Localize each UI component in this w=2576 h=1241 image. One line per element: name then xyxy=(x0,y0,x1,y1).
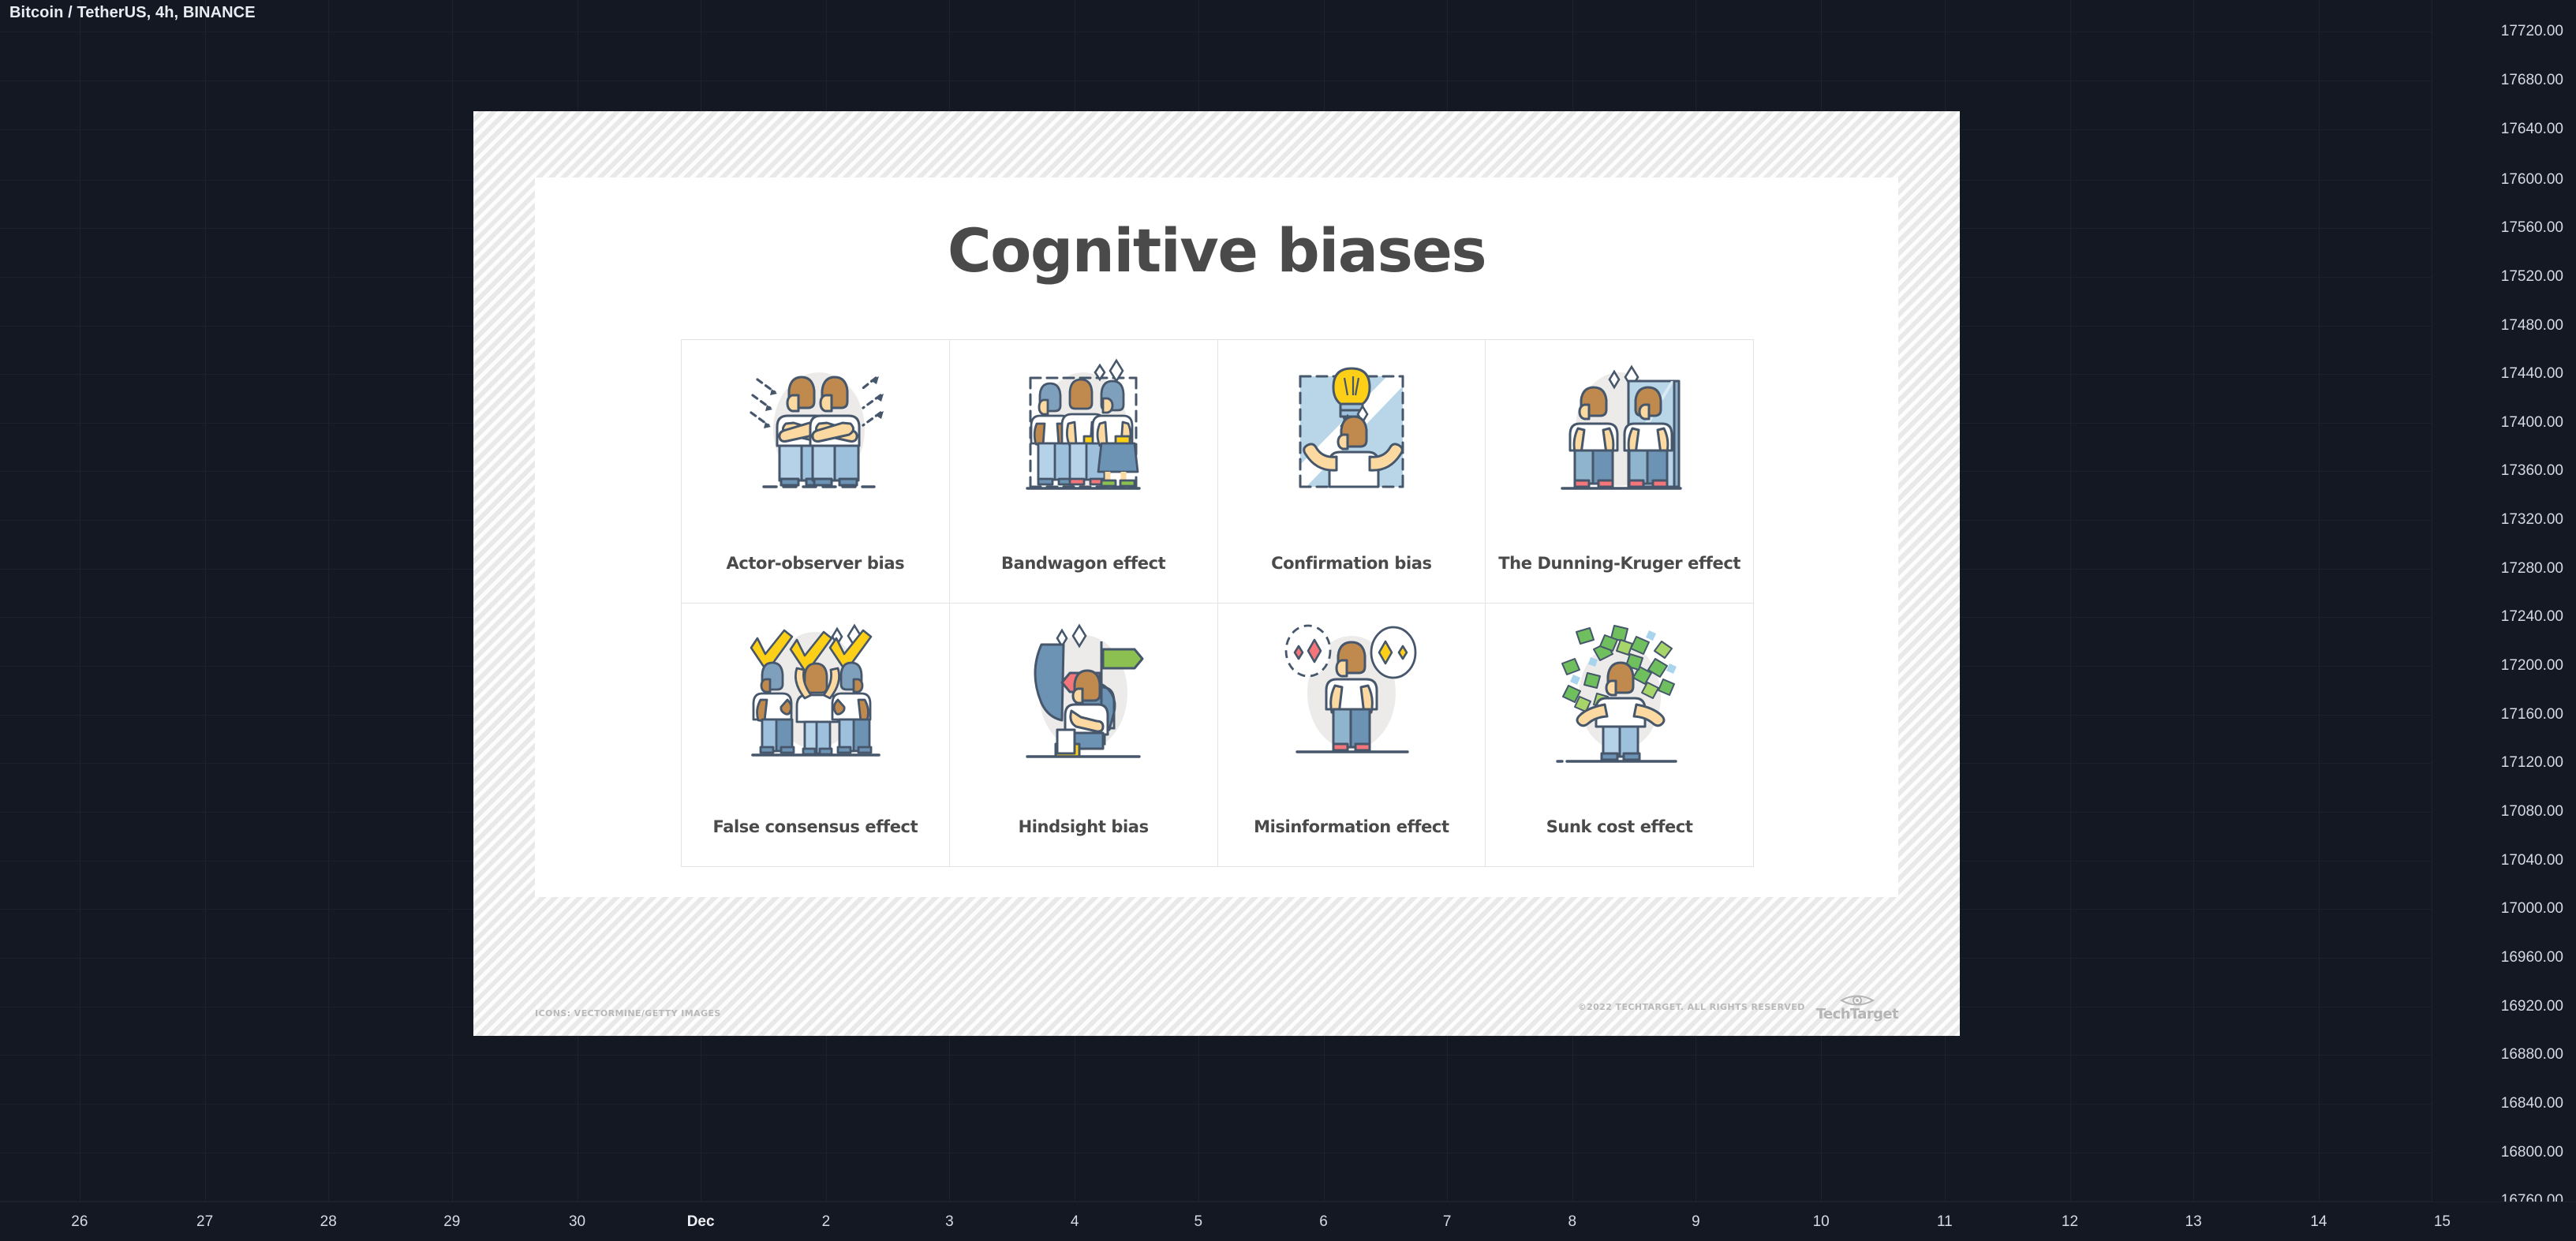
time-tick-label: 29 xyxy=(443,1213,461,1230)
time-tick-label: 9 xyxy=(1692,1213,1700,1230)
time-tick-label: 3 xyxy=(945,1213,954,1230)
time-tick-label: 27 xyxy=(196,1213,214,1230)
bandwagon-icon xyxy=(1026,358,1141,490)
price-tick-label: 17120.00 xyxy=(2500,754,2563,772)
horizontal-gridline xyxy=(0,1104,2576,1105)
bias-cell-dunning-kruger[interactable]: The Dunning-Kruger effect xyxy=(1486,340,1753,603)
bias-label: Hindsight bias xyxy=(1018,817,1149,836)
bias-label: Actor-observer bias xyxy=(726,553,905,573)
vertical-gridline xyxy=(2318,0,2320,1241)
bias-label: Confirmation bias xyxy=(1271,553,1432,573)
price-tick-label: 17560.00 xyxy=(2500,219,2563,237)
price-tick-label: 17280.00 xyxy=(2500,559,2563,577)
poster-panel: Cognitive biases Actor-observer bias Ban… xyxy=(535,178,1898,897)
time-tick-label: 26 xyxy=(71,1213,88,1230)
price-tick-label: 16960.00 xyxy=(2500,949,2563,966)
price-tick-label: 17680.00 xyxy=(2500,72,2563,89)
price-tick-label: 16880.00 xyxy=(2500,1046,2563,1063)
bias-cell-hindsight[interactable]: Hindsight bias xyxy=(949,604,1217,866)
vertical-gridline xyxy=(204,0,206,1241)
time-tick-label: 4 xyxy=(1070,1213,1079,1230)
bias-label: Misinformation effect xyxy=(1254,817,1449,836)
confirmation-icon xyxy=(1299,367,1404,488)
price-tick-label: 17480.00 xyxy=(2500,316,2563,334)
price-tick-label: 17640.00 xyxy=(2500,120,2563,137)
time-tick-label: 5 xyxy=(1194,1213,1203,1230)
time-tick-month-label: Dec xyxy=(686,1213,715,1230)
icon-credit: ICONS: VECTORMINE/GETTY IMAGES xyxy=(535,1008,721,1019)
price-tick-label: 17200.00 xyxy=(2500,657,2563,675)
symbol-title: Bitcoin / TetherUS, 4h, BINANCE xyxy=(9,4,256,21)
price-tick-label: 17360.00 xyxy=(2500,462,2563,480)
bias-cell-confirmation[interactable]: Confirmation bias xyxy=(1217,340,1486,603)
price-tick-label: 17080.00 xyxy=(2500,803,2563,820)
horizontal-gridline xyxy=(0,1055,2576,1056)
time-tick-label: 6 xyxy=(1319,1213,1328,1230)
dunning-kruger-icon xyxy=(1560,364,1682,490)
pasted-image-overlay[interactable]: Cognitive biases Actor-observer bias Ban… xyxy=(473,111,1960,1036)
bias-cell-false-consensus[interactable]: False consensus effect xyxy=(682,604,949,866)
false-consensus-icon xyxy=(750,623,881,757)
time-tick-label: 8 xyxy=(1568,1213,1577,1230)
vertical-gridline xyxy=(451,0,453,1241)
time-tick-label: 14 xyxy=(2310,1213,2327,1230)
horizontal-gridline xyxy=(0,80,2576,82)
bias-cell-bandwagon[interactable]: Bandwagon effect xyxy=(949,340,1217,603)
price-tick-label: 17320.00 xyxy=(2500,511,2563,529)
trading-chart[interactable]: Bitcoin / TetherUS, 4h, BINANCE 17720.00… xyxy=(0,0,2576,1241)
price-tick-label: 17720.00 xyxy=(2500,23,2563,40)
sunk-cost-icon xyxy=(1555,625,1677,763)
vertical-gridline xyxy=(328,0,330,1241)
price-tick-label: 17520.00 xyxy=(2500,267,2563,285)
price-tick-label: 17000.00 xyxy=(2500,900,2563,918)
time-tick-label: 7 xyxy=(1442,1213,1452,1230)
bias-cell-misinformation[interactable]: Misinformation effect xyxy=(1217,604,1486,866)
bias-label: The Dunning-Kruger effect xyxy=(1498,553,1741,573)
copyright-notice: ©2022 TECHTARGET. ALL RIGHTS RESERVED xyxy=(1577,1001,1805,1012)
bias-cell-sunk-cost[interactable]: Sunk cost effect xyxy=(1486,604,1753,866)
price-tick-label: 17160.00 xyxy=(2500,705,2563,723)
time-tick-label: 10 xyxy=(1812,1213,1830,1230)
bias-cell-actor-observer[interactable]: Actor-observer bias xyxy=(682,340,949,603)
price-tick-label: 16920.00 xyxy=(2500,997,2563,1015)
price-scale[interactable]: 17720.00 17680.00 17640.00 17600.00 17560.00… xyxy=(2432,0,2576,1209)
hindsight-icon xyxy=(1026,623,1144,758)
bias-grid: Actor-observer bias Bandwagon effect Con… xyxy=(681,339,1754,867)
vertical-gridline xyxy=(2193,0,2195,1241)
time-scale[interactable]: 26 27 28 29 30 Dec 2 3 4 5 6 7 8 9 10 11 12 13 14 15 xyxy=(0,1202,2576,1241)
time-tick-label: 11 xyxy=(1936,1213,1953,1230)
bias-label: Bandwagon effect xyxy=(1000,553,1166,573)
eye-icon xyxy=(1839,995,1875,1006)
time-tick-label: 12 xyxy=(2061,1213,2079,1230)
price-tick-label: 16800.00 xyxy=(2500,1143,2563,1161)
vertical-gridline xyxy=(2069,0,2071,1241)
price-tick-label: 17240.00 xyxy=(2500,608,2563,626)
techtarget-logo: TechTarget xyxy=(1815,992,1899,1022)
time-tick-label: 30 xyxy=(568,1213,586,1230)
price-tick-label: 17600.00 xyxy=(2500,170,2563,188)
time-tick-label: 28 xyxy=(320,1213,337,1230)
misinformation-icon xyxy=(1284,624,1417,753)
time-tick-label: 13 xyxy=(2185,1213,2202,1230)
price-tick-label: 17400.00 xyxy=(2500,413,2563,431)
page-title: Cognitive biases xyxy=(947,215,1487,286)
price-tick-label: 17440.00 xyxy=(2500,365,2563,383)
time-tick-label: 15 xyxy=(2433,1213,2451,1230)
footer-credit-group: ©2022 TECHTARGET. ALL RIGHTS RESERVED Te… xyxy=(1577,992,1899,1022)
bias-label: False consensus effect xyxy=(712,817,918,836)
actor-observer-icon xyxy=(750,372,884,488)
time-tick-label: 2 xyxy=(821,1213,831,1230)
price-tick-label: 17040.00 xyxy=(2500,851,2563,869)
techtarget-wordmark: TechTarget xyxy=(1815,1006,1899,1022)
bias-label: Sunk cost effect xyxy=(1546,817,1693,836)
price-tick-label: 16840.00 xyxy=(2500,1095,2563,1112)
